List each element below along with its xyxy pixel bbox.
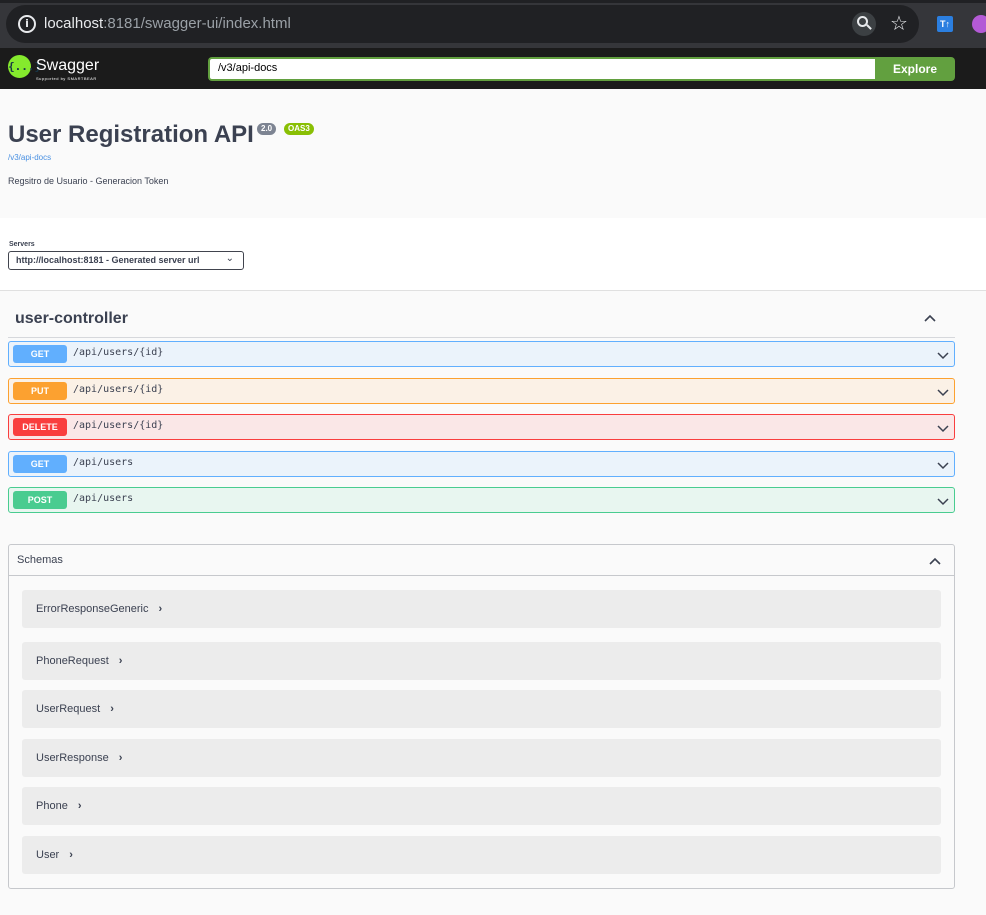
operation-path: /api/users/{id}	[73, 347, 164, 358]
operation-get-users[interactable]: GET /api/users	[8, 451, 955, 477]
method-badge: POST	[13, 491, 67, 509]
operation-post-users[interactable]: POST /api/users	[8, 487, 955, 513]
chevron-down-icon: ⌄	[225, 253, 234, 264]
address-url-path: :8181/swagger-ui/index.html	[103, 15, 291, 32]
swagger-topbar: {...} Swagger Supported by SMARTBEAR /v3…	[0, 48, 986, 89]
chevron-right-icon: ›	[118, 752, 123, 764]
operation-path: /api/users	[73, 493, 134, 504]
chevron-down-icon[interactable]	[936, 494, 950, 508]
chevron-right-icon: ›	[69, 849, 73, 861]
spec-url-input[interactable]: /v3/api-docs	[208, 57, 876, 81]
spec-link[interactable]: /v3/api-docs	[8, 153, 51, 162]
schema-model-name: Phone	[36, 800, 68, 812]
address-url-host: localhost	[44, 15, 104, 32]
schema-model-name: ErrorResponseGeneric	[36, 603, 149, 615]
operation-delete-user-by-id[interactable]: DELETE /api/users/{id}	[8, 414, 955, 440]
schema-model-item[interactable]: Phone ›	[22, 787, 941, 825]
chevron-down-icon[interactable]	[936, 458, 950, 472]
controller-divider	[8, 337, 955, 338]
schema-model-name: User	[36, 849, 60, 861]
chevron-right-icon: ›	[77, 800, 82, 812]
chevron-right-icon: ›	[118, 655, 123, 667]
address-bar[interactable]: i localhost:8181/swagger-ui/index.html ☆	[6, 5, 919, 43]
chevron-down-icon[interactable]	[936, 385, 950, 399]
api-description: Regsitro de Usuario - Generacion Token	[8, 176, 169, 186]
browser-tab-strip	[0, 0, 986, 3]
schema-model-item[interactable]: UserRequest ›	[22, 690, 941, 728]
chevron-down-icon[interactable]	[936, 348, 950, 362]
schemas-title: Schemas	[17, 554, 63, 566]
explore-button[interactable]: Explore	[875, 57, 955, 81]
bookmark-star-icon[interactable]: ☆	[890, 13, 908, 33]
operation-path: /api/users/{id}	[73, 384, 164, 395]
operation-path: /api/users/{id}	[73, 420, 164, 431]
schemas-section: Schemas ErrorResponseGeneric › PhoneReque…	[8, 544, 955, 889]
swagger-logo-subtitle: Supported by SMARTBEAR	[36, 76, 97, 81]
site-info-icon[interactable]: i	[18, 15, 36, 33]
browser-toolbar: i localhost:8181/swagger-ui/index.html ☆…	[0, 0, 986, 48]
method-badge: PUT	[13, 382, 67, 400]
schema-model-item[interactable]: UserResponse ›	[22, 739, 941, 777]
chevron-down-icon[interactable]	[936, 421, 950, 435]
chevron-right-icon: ›	[158, 603, 163, 615]
api-title: User Registration API	[8, 121, 254, 148]
schema-model-name: UserRequest	[36, 703, 101, 715]
zoom-icon[interactable]	[852, 12, 876, 36]
oas-badge: OAS3	[284, 123, 314, 135]
address-url[interactable]: localhost:8181/swagger-ui/index.html	[44, 15, 291, 32]
method-badge: GET	[13, 345, 67, 363]
server-select-value: http://localhost:8181 - Generated server…	[16, 255, 200, 265]
method-badge: DELETE	[13, 418, 67, 436]
profile-avatar-icon[interactable]	[972, 15, 986, 33]
schema-model-item[interactable]: PhoneRequest ›	[22, 642, 941, 680]
operation-put-user-by-id[interactable]: PUT /api/users/{id}	[8, 378, 955, 404]
chevron-right-icon: ›	[110, 703, 114, 715]
schemas-header[interactable]: Schemas	[9, 545, 954, 576]
servers-label: Servers	[9, 241, 35, 248]
operation-get-user-by-id[interactable]: GET /api/users/{id}	[8, 341, 955, 367]
method-badge: GET	[13, 455, 67, 473]
swagger-logo-icon[interactable]: {...}	[8, 55, 41, 78]
schema-model-item[interactable]: User ›	[22, 836, 941, 874]
schema-model-item[interactable]: ErrorResponseGeneric ›	[22, 590, 941, 628]
swagger-logo-text[interactable]: Swagger	[36, 57, 99, 75]
server-select[interactable]: http://localhost:8181 - Generated server…	[8, 251, 244, 270]
extension-icon[interactable]: T↑	[937, 16, 953, 32]
chevron-up-icon[interactable]	[927, 553, 943, 569]
servers-section: Servers http://localhost:8181 - Generate…	[0, 218, 986, 291]
schema-model-name: PhoneRequest	[36, 655, 109, 667]
schema-model-name: UserResponse	[36, 752, 109, 764]
operation-path: /api/users	[73, 457, 134, 468]
chevron-up-icon[interactable]	[922, 310, 938, 326]
version-badge: 2.0	[257, 123, 277, 135]
controller-title[interactable]: user-controller	[15, 310, 128, 328]
